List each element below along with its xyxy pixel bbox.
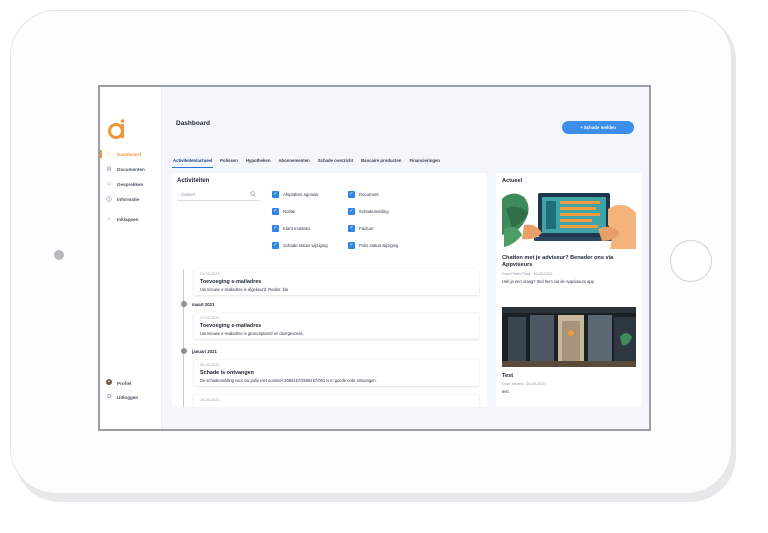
checkbox-checked-icon[interactable]: ✓ bbox=[272, 242, 279, 249]
checkbox-checked-icon[interactable]: ✓ bbox=[348, 208, 355, 215]
checkbox-checked-icon[interactable]: ✓ bbox=[272, 191, 279, 198]
tab-activiteiten[interactable]: Activiteiten/actueel bbox=[172, 156, 214, 168]
tab-abonnementen[interactable]: Abonnementen bbox=[277, 156, 310, 168]
activity-date: 16-03-2021 bbox=[200, 398, 220, 402]
activity-date: 05-03-2021 bbox=[200, 363, 220, 367]
home-button[interactable] bbox=[670, 240, 712, 282]
chat-icon: ▭ bbox=[106, 181, 112, 187]
filter-label: Polis status wijziging bbox=[359, 242, 399, 248]
sidebar-item-label: Gesprekken bbox=[117, 181, 144, 187]
activities-title: Activiteiten bbox=[177, 178, 210, 184]
news-image-office[interactable] bbox=[502, 307, 636, 367]
sidebar: ⌂ Dashboard ▤ Documenten ▭ Gesprekken ⓘ … bbox=[100, 87, 162, 429]
month-heading: januari 2021 bbox=[192, 349, 217, 354]
tab-bancaire-producten[interactable]: Bancaire producten bbox=[360, 156, 402, 168]
report-damage-button[interactable]: + Schade melden bbox=[562, 121, 634, 134]
filter-label: Schademelding bbox=[359, 208, 389, 214]
activity-card[interactable]: 05-03-2021 Schade is ontvangen De schade… bbox=[194, 360, 479, 386]
search-placeholder: Zoeken bbox=[181, 192, 196, 197]
activity-date: 01-03-2021 bbox=[200, 272, 220, 276]
logout-icon: ⏻ bbox=[107, 394, 111, 400]
activity-title: Toevoeging e-mailadres bbox=[200, 279, 262, 285]
checkbox-checked-icon[interactable]: ✓ bbox=[272, 208, 279, 215]
activity-title: Schade is ontvangen bbox=[200, 370, 254, 376]
tab-hypotheken[interactable]: Hypotheken bbox=[245, 156, 272, 168]
filter-label: Klant mutaties bbox=[283, 225, 311, 231]
sidebar-item-uitloggen[interactable]: ⏻ Uitloggen bbox=[100, 391, 162, 403]
sidebar-item-profiel[interactable]: Profiel bbox=[100, 377, 162, 389]
main-content: Dashboard + Schade melden Activiteiten/a… bbox=[162, 87, 649, 429]
logo bbox=[108, 119, 125, 139]
filter-label: Afspraken agenda bbox=[283, 191, 318, 197]
news-panel: Actueel Chatten met je adviseur? Benader… bbox=[496, 173, 642, 407]
timeline-dot bbox=[180, 348, 187, 354]
filter-document[interactable]: ✓ Document bbox=[348, 191, 379, 198]
filter-factuur[interactable]: ✓ Factuur bbox=[348, 225, 374, 232]
activities-panel: Activiteiten Zoeken ✓ Afspraken agenda ✓… bbox=[172, 173, 487, 407]
news-image-laptop[interactable] bbox=[502, 189, 636, 249]
timeline-dot bbox=[180, 301, 187, 307]
news-item-meta: Door Jeroen - 20-04-2020 bbox=[502, 382, 546, 386]
activity-description: De schademelding voor uw polis met numme… bbox=[200, 378, 377, 383]
chevron-left-icon: ‹ bbox=[108, 216, 110, 222]
tab-financieringen[interactable]: Financieringen bbox=[408, 156, 441, 168]
activity-card[interactable]: 16-03-2021 bbox=[194, 395, 479, 407]
sidebar-item-label: Profiel bbox=[117, 380, 132, 386]
document-icon: ▤ bbox=[106, 166, 112, 172]
filter-schademelding[interactable]: ✓ Schademelding bbox=[348, 208, 389, 215]
checkbox-checked-icon[interactable]: ✓ bbox=[348, 242, 355, 249]
tab-schade-overzicht[interactable]: Schade overzicht bbox=[317, 156, 354, 168]
sidebar-item-inklappen[interactable]: ‹ Inklappen bbox=[100, 213, 162, 225]
checkbox-checked-icon[interactable]: ✓ bbox=[348, 225, 355, 232]
activity-card[interactable]: 17-03-2021 Toevoeging e-mailadres Uw nie… bbox=[194, 313, 479, 339]
sidebar-item-label: Documenten bbox=[117, 166, 145, 172]
sidebar-item-label: Inklappen bbox=[117, 216, 139, 222]
filter-label: Document bbox=[359, 191, 379, 197]
activity-title: Toevoeging e-mailadres bbox=[200, 323, 262, 329]
sidebar-item-dashboard[interactable]: ⌂ Dashboard bbox=[100, 148, 162, 160]
avatar bbox=[106, 379, 112, 387]
news-title: Actueel bbox=[502, 178, 523, 184]
filter-notitie[interactable]: ✓ Notitie bbox=[272, 208, 295, 215]
news-item-meta: Door Pieter Pauj - 30-03-2021 bbox=[502, 272, 553, 276]
search-icon bbox=[250, 191, 256, 198]
sidebar-item-label: Uitloggen bbox=[117, 394, 139, 400]
activity-date: 17-03-2021 bbox=[200, 316, 220, 320]
filter-label: Factuur bbox=[359, 225, 374, 231]
info-icon: ⓘ bbox=[106, 196, 112, 203]
timeline-line bbox=[183, 269, 184, 407]
tab-polissen[interactable]: Polissen bbox=[219, 156, 239, 168]
month-heading: maart 2021 bbox=[192, 302, 215, 307]
filter-polis-status-wijziging[interactable]: ✓ Polis status wijziging bbox=[348, 242, 398, 249]
camera-dot bbox=[54, 250, 64, 260]
filter-label: Notitie bbox=[283, 208, 296, 214]
sidebar-item-label: Informatie bbox=[117, 196, 140, 202]
sidebar-item-informatie[interactable]: ⓘ Informatie bbox=[100, 193, 162, 205]
checkbox-checked-icon[interactable]: ✓ bbox=[272, 225, 279, 232]
page-title: Dashboard bbox=[176, 120, 210, 127]
sidebar-item-label: Dashboard bbox=[117, 151, 141, 157]
checkbox-checked-icon[interactable]: ✓ bbox=[348, 191, 355, 198]
filter-schade-status-wijziging[interactable]: ✓ Schade status wijziging bbox=[272, 242, 332, 249]
sidebar-item-documenten[interactable]: ▤ Documenten bbox=[100, 163, 162, 175]
home-icon: ⌂ bbox=[107, 151, 111, 157]
filter-afspraken-agenda[interactable]: ✓ Afspraken agenda bbox=[272, 191, 318, 198]
news-item-description: Heb je een vraag? Stel hem via de Appvis… bbox=[502, 279, 594, 284]
activity-card[interactable]: 01-03-2021 Toevoeging e-mailadres Uw nie… bbox=[194, 269, 479, 295]
sidebar-item-gesprekken[interactable]: ▭ Gesprekken bbox=[100, 178, 162, 190]
news-item-description: test bbox=[502, 389, 509, 394]
filter-label: Schade status wijziging bbox=[283, 242, 328, 248]
activity-description: Uw nieuwe e-mailadres is geaccepteerd en… bbox=[200, 331, 304, 336]
tab-bar: Activiteiten/actueel Polissen Hypotheken… bbox=[172, 156, 441, 168]
activity-description: Uw nieuwe e-mailadres is afgekeurd. Rede… bbox=[200, 287, 289, 292]
news-item-title[interactable]: Test bbox=[502, 373, 638, 380]
news-item-title[interactable]: Chatten met je adviseur? Benader ons via… bbox=[502, 255, 638, 269]
filter-klant-mutaties[interactable]: ✓ Klant mutaties bbox=[272, 225, 310, 232]
search-input[interactable]: Zoeken bbox=[177, 189, 260, 201]
app-screen: ⌂ Dashboard ▤ Documenten ▭ Gesprekken ⓘ … bbox=[98, 85, 651, 431]
